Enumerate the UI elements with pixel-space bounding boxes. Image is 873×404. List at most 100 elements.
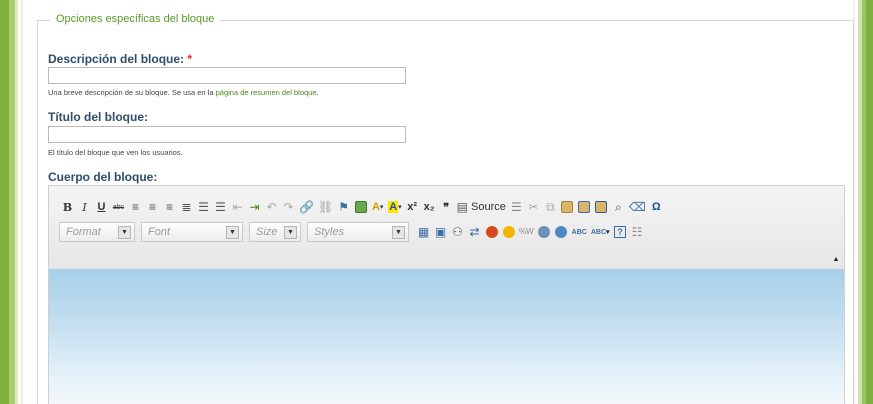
undo-icon: ↶	[266, 200, 277, 214]
outdent-button[interactable]: ⇤	[229, 197, 246, 217]
numbered-list-button[interactable]: ☰	[212, 197, 229, 217]
chevron-down-icon: ▼	[284, 225, 297, 239]
link-icon: 🔗	[299, 200, 314, 214]
spellcheck-as-you-type-button[interactable]: ABC ▾	[589, 222, 612, 242]
text-color-button[interactable]: A ▾	[369, 197, 386, 217]
special-char-button[interactable]: Ω	[648, 197, 665, 217]
left-green-border	[0, 0, 23, 404]
italic-button[interactable]: I	[76, 197, 93, 217]
globe-icon	[555, 226, 568, 238]
source-label: Source	[471, 201, 506, 213]
font-select[interactable]: Font ▼	[141, 222, 243, 242]
size-select[interactable]: Size ▼	[249, 222, 301, 242]
page-break-button[interactable]: ☷	[629, 222, 646, 242]
paste-icon	[561, 201, 574, 213]
superscript-button[interactable]: x²	[404, 197, 421, 217]
undo-button[interactable]: ↶	[263, 197, 280, 217]
spellcheck-icon: ABC	[571, 228, 587, 236]
toolbar-row-2: Format ▼ Font ▼ Size ▼ Styles ▼ ▦ ▣ ⚇ ⇄ %W A…	[59, 220, 646, 244]
flash-button[interactable]	[483, 222, 500, 242]
required-marker: *	[187, 52, 193, 66]
find-replace-button[interactable]: ⌕	[610, 197, 627, 217]
redo-button[interactable]: ↷	[280, 197, 297, 217]
horizontal-rule-button[interactable]: ☰	[508, 197, 525, 217]
title-input[interactable]	[48, 126, 406, 143]
paste-word-button[interactable]	[593, 197, 610, 217]
align-left-button[interactable]: ≡	[127, 197, 144, 217]
paste-button[interactable]	[559, 197, 576, 217]
copy-button[interactable]: ⧉	[542, 197, 559, 217]
image-button[interactable]	[352, 197, 369, 217]
spellcheck-type-icon: ABC	[590, 228, 607, 236]
eraser-icon: ⌫	[628, 200, 646, 214]
underline-button[interactable]: U	[93, 197, 110, 217]
smiley-button[interactable]	[500, 222, 517, 242]
align-center-button[interactable]: ≡	[144, 197, 161, 217]
bg-color-icon: A	[388, 201, 399, 213]
editor-toolbar: B I U abc ≡ ≡ ≡ ≣ ☰ ☰ ⇤ ⇥ ↶ ↷ 🔗 ⛓ ⚑ A ▾ A…	[49, 186, 844, 269]
collapse-toolbar-icon[interactable]: ▲	[832, 256, 840, 264]
unlink-button[interactable]: ⛓	[316, 197, 335, 217]
anchor-button[interactable]: ⚑	[335, 197, 352, 217]
font-select-label: Font	[148, 226, 171, 238]
replace-icon: ⇄	[469, 225, 480, 239]
styles-select-label: Styles	[314, 226, 344, 238]
align-right-button[interactable]: ≡	[161, 197, 178, 217]
bulleted-list-icon: ☰	[198, 200, 209, 214]
strikethrough-button[interactable]: abc	[110, 197, 127, 217]
cut-button[interactable]: ✂	[525, 197, 542, 217]
paste-word-icon	[595, 201, 608, 213]
styles-select[interactable]: Styles ▼	[307, 222, 409, 242]
justify-button[interactable]: ≣	[178, 197, 195, 217]
format-select-label: Format	[66, 226, 101, 238]
bulleted-list-button[interactable]: ☰	[195, 197, 212, 217]
iframe-icon: %W	[519, 227, 534, 236]
media-button[interactable]	[536, 222, 553, 242]
bold-button[interactable]: B	[59, 197, 76, 217]
subscript-button[interactable]: x₂	[421, 197, 438, 217]
justify-icon: ≣	[181, 200, 192, 214]
link-button[interactable]: 🔗	[297, 197, 316, 217]
indent-icon: ⇥	[249, 200, 260, 214]
chevron-down-icon: ▼	[226, 225, 239, 239]
align-left-icon: ≡	[131, 200, 139, 214]
smiley-icon	[502, 226, 515, 238]
find-icon: ⌕	[614, 200, 622, 214]
chevron-down-icon: ▾	[379, 204, 384, 211]
iframe-button[interactable]: %W	[517, 222, 536, 242]
image-icon	[354, 201, 367, 213]
blockquote-button[interactable]: ❞	[438, 197, 455, 217]
horizontal-rule-icon: ☰	[510, 200, 522, 214]
help-icon: ?	[614, 226, 627, 238]
scissors-icon: ✂	[528, 200, 539, 214]
chevron-down-icon: ▼	[118, 225, 131, 239]
replace-button[interactable]: ⇄	[466, 222, 483, 242]
media-icon	[538, 226, 551, 238]
align-center-icon: ≡	[148, 200, 156, 214]
find-button[interactable]: ⚇	[449, 222, 466, 242]
source-button[interactable]: ▤ Source	[455, 197, 508, 217]
body-label: Cuerpo del bloque:	[48, 170, 158, 184]
indent-button[interactable]: ⇥	[246, 197, 263, 217]
description-label-text: Descripción del bloque:	[48, 52, 185, 66]
block-summary-link[interactable]: página de resumen del bloque	[216, 88, 317, 97]
select-all-button[interactable]: ▣	[432, 222, 449, 242]
source-icon: ▤	[456, 200, 468, 214]
paste-text-button[interactable]	[576, 197, 593, 217]
description-input[interactable]	[48, 67, 406, 84]
title-help: El título del bloque que ven los usuario…	[48, 148, 183, 157]
help-button[interactable]: ?	[612, 222, 629, 242]
globe-button[interactable]	[553, 222, 570, 242]
binoculars-icon: ⚇	[452, 225, 463, 239]
spellcheck-button[interactable]: ABC	[570, 222, 589, 242]
title-label: Título del bloque:	[48, 110, 148, 124]
numbered-list-icon: ☰	[215, 200, 226, 214]
page-break-icon: ☷	[631, 225, 643, 239]
bg-color-button[interactable]: A ▾	[386, 197, 403, 217]
format-select[interactable]: Format ▼	[59, 222, 135, 242]
table-button[interactable]: ▦	[415, 222, 432, 242]
editor-content-area[interactable]	[49, 269, 844, 404]
remove-format-button[interactable]: ⌫	[627, 197, 648, 217]
unlink-icon: ⛓	[317, 200, 334, 214]
chevron-down-icon: ▾	[606, 229, 610, 236]
